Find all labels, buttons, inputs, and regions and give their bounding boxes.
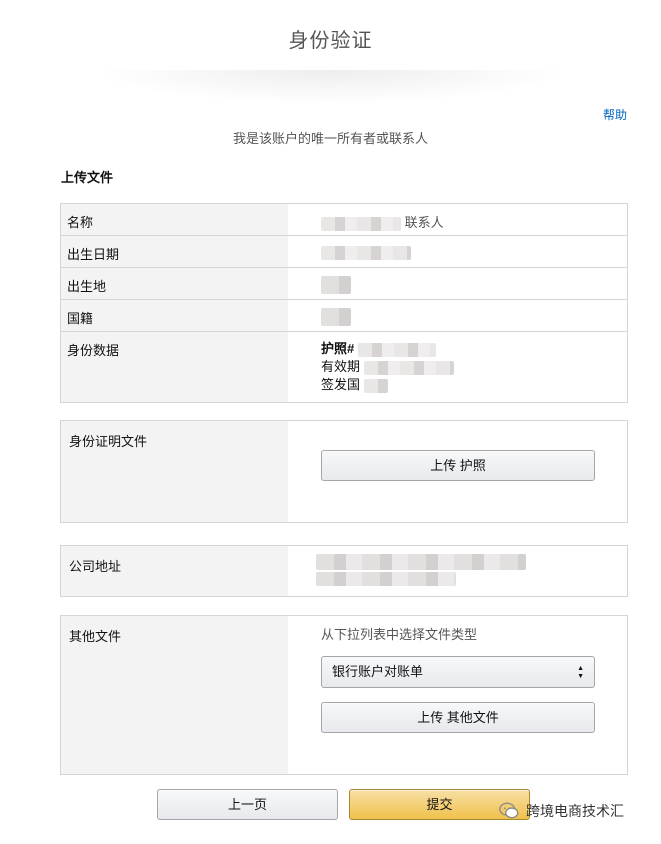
file-type-select[interactable]: 银行账户对账单 ▲ ▼ [321,656,595,688]
watermark-text: 跨境电商技术汇 [526,803,624,819]
company-address-section: 公司地址 [60,545,628,597]
redacted-address-line-2 [316,572,456,586]
page-title: 身份验证 [288,30,373,52]
name-suffix: 联系人 [404,215,444,230]
info-row-birthplace: 出生地 [61,268,627,300]
birthplace-value [288,268,627,299]
redacted-issuer [363,378,388,393]
select-arrows-icon: ▲ ▼ [577,665,584,680]
birthplace-label: 出生地 [61,268,288,299]
name-value: 联系人 [288,204,627,235]
wechat-icon [499,802,519,819]
previous-page-button[interactable]: 上一页 [157,789,338,820]
company-address-value [288,546,627,596]
upload-other-docs-button[interactable]: 上传 其他文件 [321,702,595,733]
passport-prefix: 护照# [321,341,355,356]
id-data-label: 身份数据 [61,332,288,402]
title-divider-shadow [90,70,570,104]
id-data-value: 护照# 有效期 签发国 [288,332,627,402]
company-address-label: 公司地址 [61,546,288,596]
id-proof-label: 身份证明文件 [61,421,288,522]
redacted-nationality [321,308,351,326]
watermark: 跨境电商技术汇 [498,800,624,822]
dob-value [288,236,627,267]
info-row-id-data: 身份数据 护照# 有效期 签发国 [61,332,627,402]
nationality-label: 国籍 [61,300,288,331]
redacted-address-line-1 [316,554,526,570]
expiry-prefix: 有效期 [321,359,361,374]
file-type-selected: 银行账户对账单 [332,664,424,679]
redacted-expiry [363,360,454,375]
redacted-name [321,216,401,231]
nationality-value [288,300,627,331]
upload-passport-button[interactable]: 上传 护照 [321,450,595,481]
upload-section-heading: 上传文件 [61,170,114,185]
other-docs-section: 其他文件 从下拉列表中选择文件类型 银行账户对账单 ▲ ▼ 上传 其他文件 [60,615,628,775]
redacted-birthplace [321,276,351,294]
info-row-dob: 出生日期 [61,236,627,268]
file-type-hint: 从下拉列表中选择文件类型 [321,627,478,642]
redacted-passport [357,342,436,357]
id-proof-section: 身份证明文件 上传 护照 [60,420,628,523]
info-row-name: 名称 联系人 [61,204,627,236]
info-row-nationality: 国籍 [61,300,627,332]
dob-label: 出生日期 [61,236,288,267]
help-link[interactable]: 帮助 [603,106,627,123]
redacted-dob [321,245,411,260]
issuer-prefix: 签发国 [321,377,361,392]
identity-info-table: 名称 联系人 出生日期 出生地 国籍 身份数据 护照# 有效期 签发国 [60,203,628,403]
name-label: 名称 [61,204,288,235]
page-subtitle: 我是该账户的唯一所有者或联系人 [232,131,428,146]
other-docs-label: 其他文件 [61,616,288,774]
